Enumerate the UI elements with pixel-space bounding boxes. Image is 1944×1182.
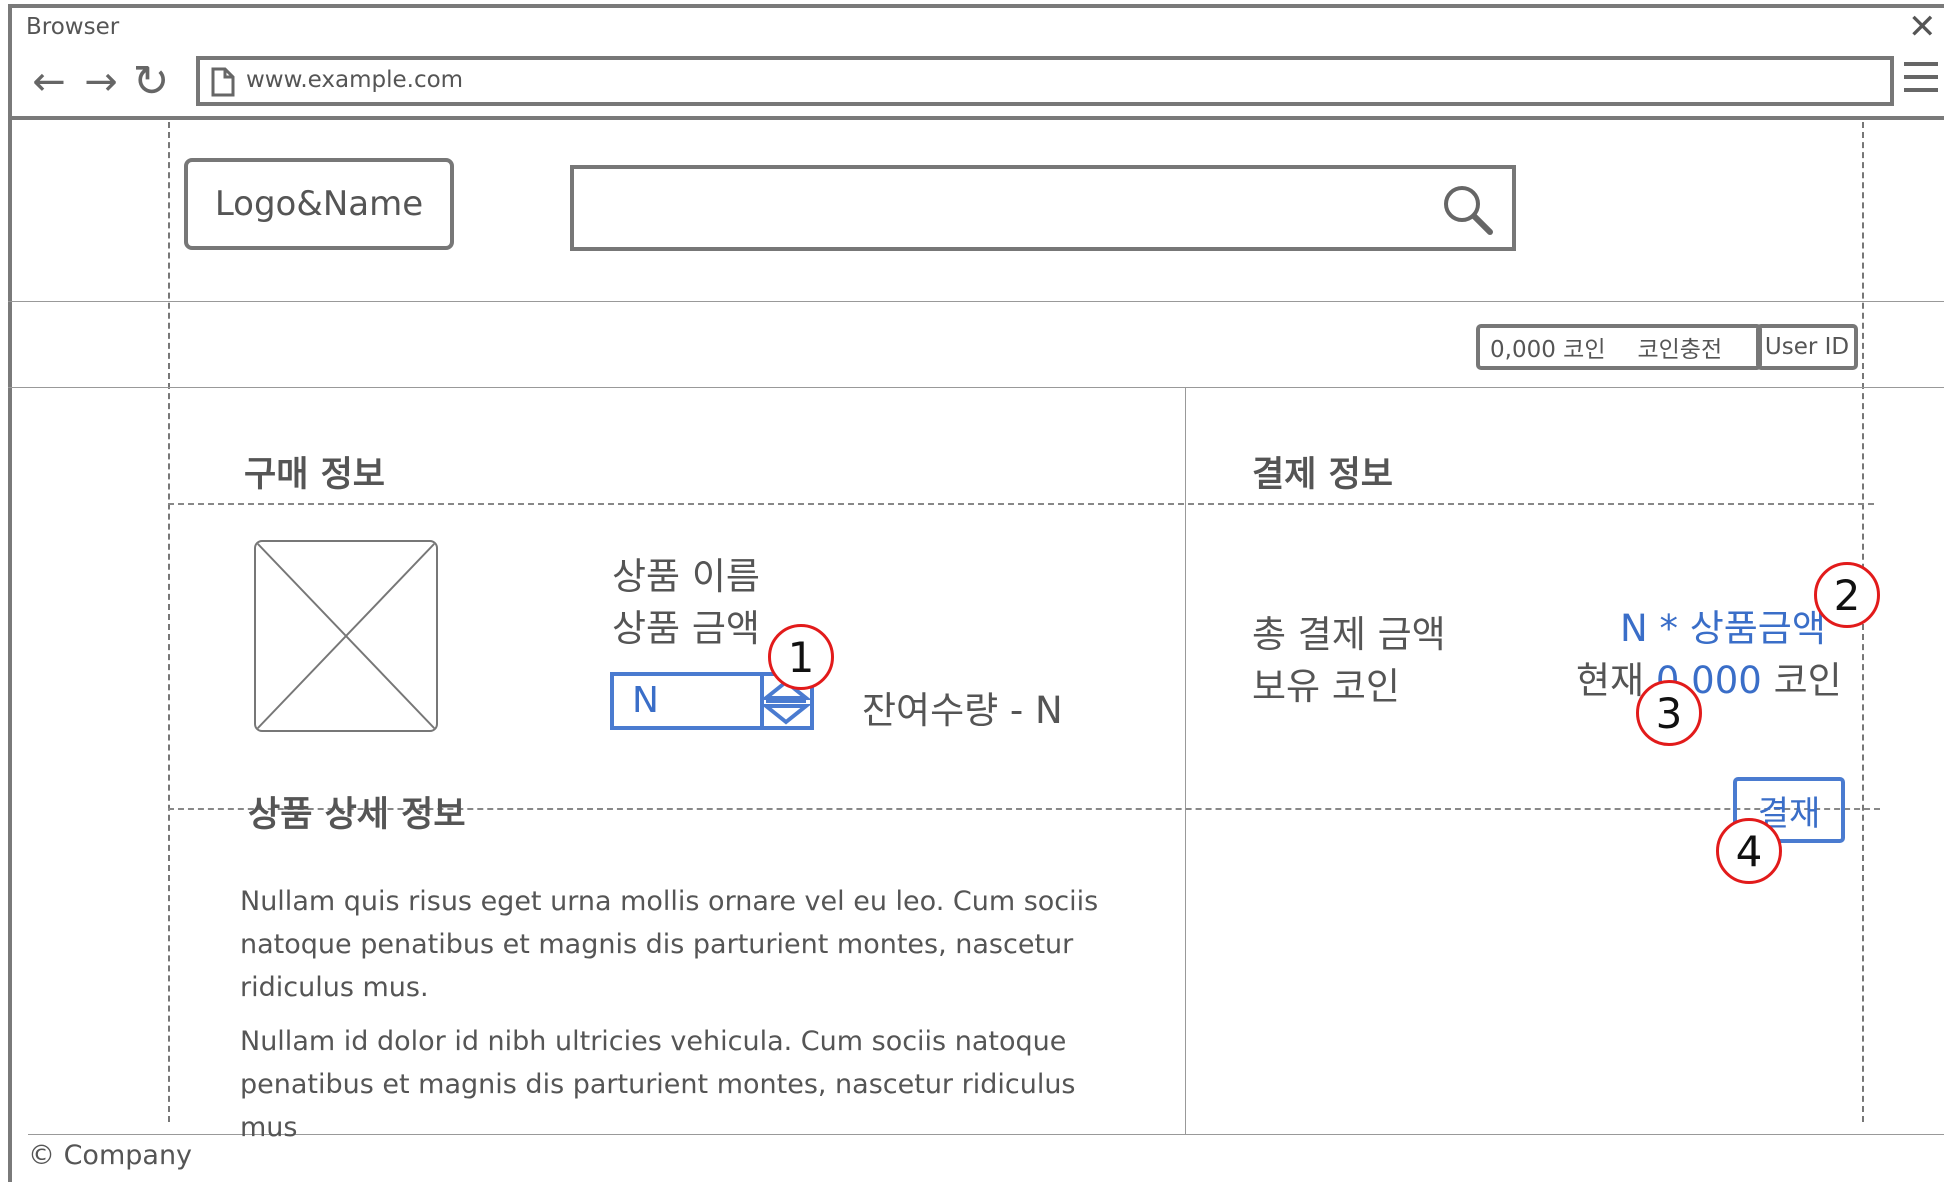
product-name: 상품 이름 xyxy=(612,555,760,598)
column-divider xyxy=(1185,388,1186,1135)
menu-icon[interactable] xyxy=(1904,62,1938,101)
quantity-value: N xyxy=(632,680,659,721)
url-text: www.example.com xyxy=(246,67,464,93)
logo[interactable]: Logo&Name xyxy=(184,158,454,250)
coin-charge-link[interactable]: 코인충전 xyxy=(1637,330,1722,364)
footer-copyright: © Company xyxy=(28,1140,193,1171)
product-details-title: 상품 상세 정보 xyxy=(248,795,466,835)
annotation-marker-4: 4 xyxy=(1716,818,1782,884)
chrome-divider xyxy=(8,116,1944,120)
browser-title: Browser xyxy=(26,14,120,40)
stock-remaining: 잔여수량 - N xyxy=(862,689,1063,732)
current-coin-display: 현재 0,000 코인 xyxy=(1576,650,1842,704)
search-icon[interactable] xyxy=(1440,182,1496,238)
total-payment-label: 총 결제 금액 xyxy=(1252,613,1446,656)
product-price: 상품 금액 xyxy=(612,607,760,650)
annotation-marker-1: 1 xyxy=(768,624,834,690)
details-paragraph-2: Nullam id dolor id nibh ultricies vehicu… xyxy=(240,1026,1076,1143)
user-id-button[interactable]: User ID xyxy=(1756,324,1858,370)
userbar-divider xyxy=(8,387,1944,388)
coin-balance-box: 0,000 코인 코인충전 xyxy=(1476,324,1762,370)
details-paragraph-1: Nullam quis risus eget urna mollis ornar… xyxy=(240,886,1099,1003)
total-payment-value: N * 상품금액 xyxy=(1620,607,1826,650)
purchase-info-title: 구매 정보 xyxy=(244,455,385,495)
left-guide xyxy=(168,122,170,1122)
section-guide-top xyxy=(168,503,1874,505)
back-icon[interactable]: ← xyxy=(26,58,72,106)
payment-info-title: 결제 정보 xyxy=(1252,455,1393,495)
close-icon[interactable]: ✕ xyxy=(1908,10,1937,44)
header-divider xyxy=(8,301,1944,302)
current-coin-suffix: 코인 xyxy=(1773,659,1842,702)
coin-amount: 0,000 코인 xyxy=(1490,337,1606,363)
owned-coin-label: 보유 코인 xyxy=(1252,665,1400,708)
annotation-marker-2: 2 xyxy=(1814,562,1880,628)
product-image-placeholder xyxy=(254,540,438,732)
annotation-marker-3: 3 xyxy=(1636,680,1702,746)
forward-icon[interactable]: → xyxy=(78,58,124,106)
reload-icon[interactable]: ↻ xyxy=(128,58,174,106)
page-icon xyxy=(211,67,235,97)
search-input[interactable] xyxy=(570,165,1516,251)
current-coin-prefix: 현재 xyxy=(1576,659,1645,702)
